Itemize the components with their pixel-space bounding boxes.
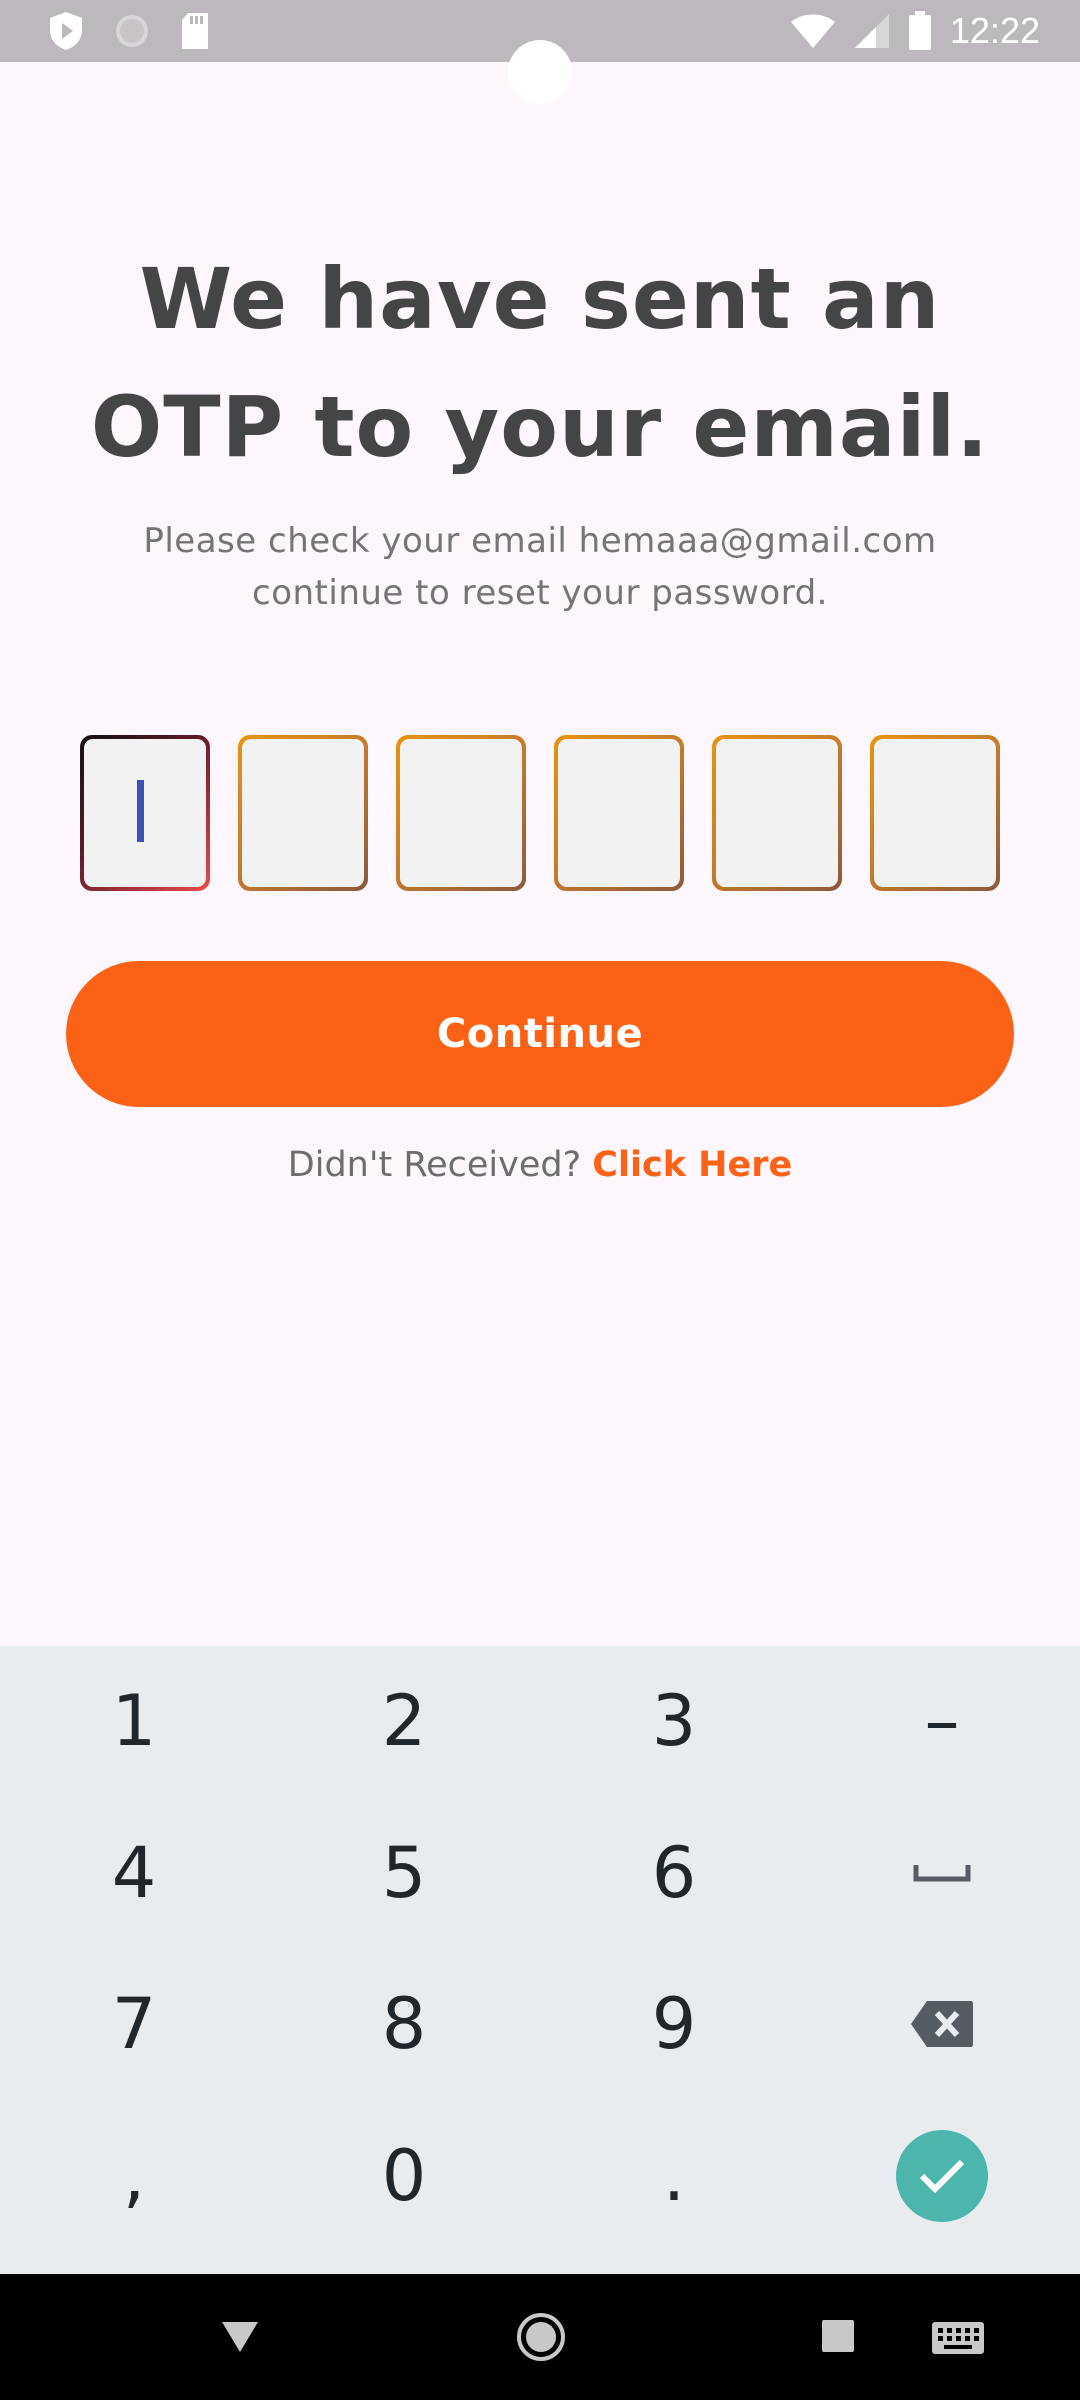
otp-digit-5-field[interactable] [716,739,838,887]
key-dash[interactable]: – [808,1646,1076,1796]
instruction-text: Please check your email hemaaa@gmail.com… [80,515,1000,619]
key-3[interactable]: 3 [540,1646,808,1796]
camera-cutout [508,40,572,104]
key-0[interactable]: 0 [270,2101,538,2251]
battery-icon [908,11,932,51]
key-6[interactable]: 6 [540,1798,808,1948]
shield-play-icon [48,11,84,51]
page-title-line-1: We have sent an [139,250,941,348]
page-title-line-2: OTP to your email. [90,378,990,476]
otp-digit-2-field[interactable] [242,739,364,887]
status-right: 12:22 [790,10,1040,52]
status-time: 12:22 [949,10,1040,51]
dash-key-label: – [924,1680,960,1762]
key-comma[interactable]: , [0,2101,268,2251]
instruction-line-1: Please check your email hemaaa@gmail.com [143,521,937,561]
otp-digit-2[interactable] [238,735,368,891]
otp-digit-1-field[interactable] [84,739,206,887]
key-4[interactable]: 4 [0,1798,268,1948]
instruction-line-2: continue to reset your password. [252,573,828,613]
otp-digit-4[interactable] [554,735,684,891]
otp-digit-5[interactable] [712,735,842,891]
recents-icon [822,2320,854,2352]
otp-digit-6-field[interactable] [874,739,996,887]
key-space[interactable]: ␣ [808,1798,1076,1948]
key-backspace[interactable]: ⌫ [808,1949,1076,2099]
resend-row: Didn't Received? Click Here [0,1145,1080,1185]
backspace-icon [911,2001,973,2047]
recents-button[interactable] [820,2318,856,2359]
back-icon [222,2322,258,2352]
key-done[interactable]: ✓ [808,2101,1076,2251]
otp-digit-4-field[interactable] [558,739,680,887]
otp-input-row [80,735,1000,893]
status-left [48,11,210,51]
otp-digit-1[interactable] [80,735,210,891]
keyboard-switch-button[interactable] [930,2320,986,2361]
key-9[interactable]: 9 [540,1949,808,2099]
space-icon [913,1865,971,1882]
done-key-circle: ✓ [896,2130,988,2222]
key-1[interactable]: 1 [0,1646,268,1796]
keyboard-icon [932,2322,984,2354]
circle-icon [114,13,150,49]
sd-card-icon [180,12,210,50]
key-period[interactable]: . [540,2101,808,2251]
home-icon [517,2313,565,2361]
continue-button[interactable]: Continue [66,961,1014,1107]
resend-prompt: Didn't Received? [287,1145,582,1185]
otp-digit-3-field[interactable] [400,739,522,887]
key-8[interactable]: 8 [270,1949,538,2099]
back-button[interactable] [220,2318,260,2359]
page-title: We have sent an OTP to your email. [60,235,1020,491]
otp-digit-3[interactable] [396,735,526,891]
otp-digit-6[interactable] [870,735,1000,891]
key-2[interactable]: 2 [270,1646,538,1796]
signal-icon [854,13,890,49]
check-icon [919,2159,965,2194]
text-cursor [137,780,144,842]
resend-link[interactable]: Click Here [592,1145,792,1185]
system-nav-bar [0,2274,1080,2400]
key-7[interactable]: 7 [0,1949,268,2099]
wifi-icon [790,13,836,49]
numeric-keyboard: 1 2 3 – 4 5 6 ␣ 7 8 9 ⌫ , 0 . ✓ [0,1646,1080,2274]
key-5[interactable]: 5 [270,1798,538,1948]
home-button[interactable] [514,2310,568,2369]
